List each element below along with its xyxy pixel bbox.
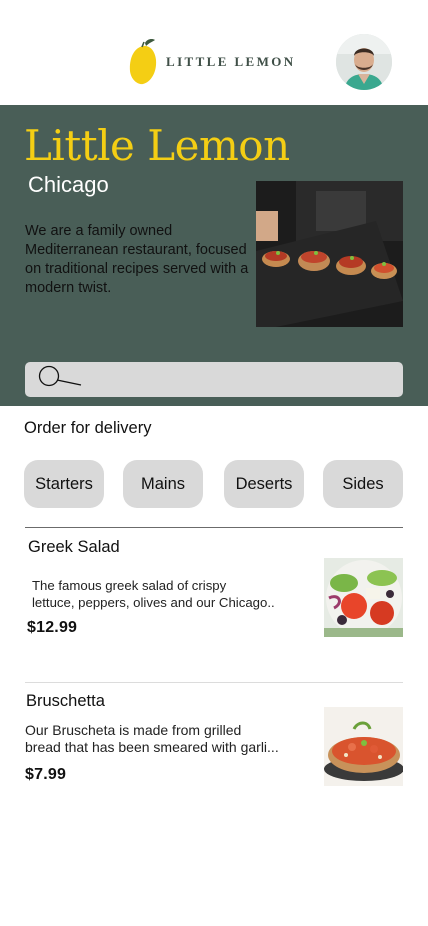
category-sides[interactable]: Sides xyxy=(323,460,403,508)
header: LITTLE LEMON xyxy=(0,0,428,105)
hero-city: Chicago xyxy=(28,172,109,197)
divider xyxy=(25,682,403,683)
hero-title: Little Lemon xyxy=(24,121,290,170)
hero-section: Little Lemon Chicago We are a family own… xyxy=(0,105,428,406)
search-input[interactable] xyxy=(25,362,403,397)
menu-item-description: Our Bruscheta is made from grilled bread… xyxy=(25,722,279,755)
avatar[interactable] xyxy=(336,34,392,90)
bruschetta-photo xyxy=(324,707,403,786)
hero-image xyxy=(256,181,403,327)
menu-item-name[interactable]: Bruschetta xyxy=(26,692,105,711)
menu-item-price: $12.99 xyxy=(27,619,78,636)
user-avatar-image xyxy=(336,34,392,90)
hero-description: We are a family owned Mediterranean rest… xyxy=(25,223,249,296)
bruschetta-platter-photo xyxy=(256,181,403,327)
greek-salad-photo xyxy=(324,558,403,637)
menu-item-price: $7.99 xyxy=(25,766,67,783)
category-deserts[interactable]: Deserts xyxy=(224,460,304,508)
category-starters[interactable]: Starters xyxy=(24,460,104,508)
search-icon xyxy=(38,365,82,387)
menu-item-image[interactable] xyxy=(324,707,403,786)
menu-item-image[interactable] xyxy=(324,558,403,637)
logo-text: LITTLE LEMON xyxy=(166,54,296,69)
menu-item-description: The famous greek salad of crispy lettuce… xyxy=(32,578,275,610)
lemon-icon xyxy=(129,39,157,85)
logo[interactable]: LITTLE LEMON xyxy=(128,38,296,86)
menu-item-name[interactable]: Greek Salad xyxy=(28,538,120,557)
category-mains[interactable]: Mains xyxy=(123,460,203,508)
divider xyxy=(25,527,403,528)
order-title: Order for delivery xyxy=(24,419,152,437)
